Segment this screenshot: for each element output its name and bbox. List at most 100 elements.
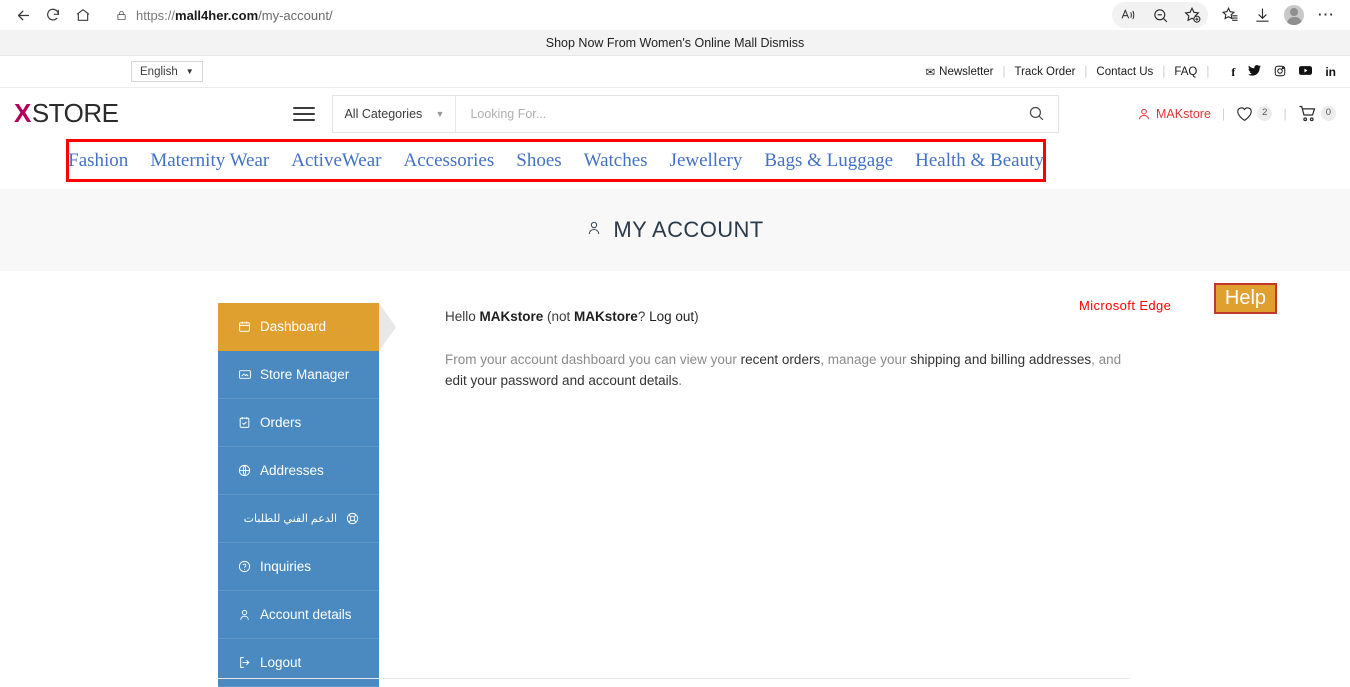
top-utility-links: ✉ Newsletter | Track Order | Contact Us … [926,65,1336,79]
nav-item-accessories[interactable]: Accessories [393,150,506,172]
envelope-icon: ✉ [925,66,936,79]
avatar [1284,5,1304,25]
social-links: f in [1231,65,1336,79]
nav-item-jewellery[interactable]: Jewellery [659,150,754,172]
nav-item-watches[interactable]: Watches [573,150,659,172]
address-bar[interactable]: https://mall4her.com/my-account/ [104,3,1102,27]
faq-link[interactable]: FAQ [1174,66,1197,78]
instagram-icon[interactable] [1274,65,1286,79]
divider: | [1162,65,1166,78]
wishlist-button[interactable]: 2 [1236,106,1273,122]
question-circle-icon [237,560,252,573]
profile-avatar-icon[interactable] [1278,2,1310,28]
sidebar-item-logout[interactable]: Logout [218,639,379,687]
greeting-prefix: Hello [445,309,480,324]
divider: | [1206,65,1210,78]
sidebar-item-dashboard[interactable]: Dashboard [218,303,396,351]
content-bottom-divider [218,678,1130,679]
addresses-link[interactable]: shipping and billing addresses [910,352,1091,367]
wishlist-count: 2 [1257,106,1273,121]
desc-part-4: . [678,372,683,388]
greeting-question: ? [637,309,650,324]
site-notice-bar[interactable]: Shop Now From Women's Online Mall Dismis… [0,30,1350,56]
greeting-suffix: ) [694,309,699,324]
desc-part-1: From your account dashboard you can view… [445,352,741,367]
downloads-icon[interactable] [1246,2,1278,28]
top-utility-bar: English ▼ ✉ Newsletter | Track Order | C… [0,56,1350,88]
menu-hamburger-icon[interactable] [293,106,316,121]
greeting-line: Hello MAKstore (not MAKstore? Log out) [445,309,1135,324]
nav-item-bags-luggage[interactable]: Bags & Luggage [753,150,904,172]
account-body: Dashboard Store Manager Orders Addresses [0,271,1350,687]
read-aloud-icon[interactable] [1112,2,1144,28]
sidebar-item-addresses[interactable]: Addresses [218,447,379,495]
sidebar-item-orders[interactable]: Orders [218,399,379,447]
edit-account-link[interactable]: edit your password and account details [445,373,678,388]
account-sidebar: Dashboard Store Manager Orders Addresses [218,303,396,687]
greeting-mid: (not [543,309,575,324]
greeting-username: MAKstore [479,309,544,324]
search-icon[interactable] [1014,105,1058,122]
track-order-link[interactable]: Track Order [1015,66,1076,78]
youtube-icon[interactable] [1299,65,1313,78]
account-link[interactable]: MAKstore [1137,107,1211,121]
cart-count: 0 [1320,106,1336,121]
logo-text: STORE [31,98,119,128]
url-text: https://mall4her.com/my-account/ [136,8,333,23]
nav-item-fashion[interactable]: Fashion [57,150,139,172]
search-input[interactable] [456,95,1015,132]
home-icon[interactable] [68,2,98,28]
contact-us-link[interactable]: Contact Us [1096,66,1153,78]
desc-part-3: , and [1091,352,1122,367]
cart-button[interactable]: 0 [1298,105,1336,122]
sidebar-item-label: Dashboard [260,319,327,334]
linkedin-icon[interactable]: in [1325,66,1336,78]
divider: | [1002,65,1006,78]
checklist-icon [237,416,252,429]
url-protocol: https:// [136,7,176,23]
back-arrow-icon[interactable] [8,2,38,28]
monitor-icon [237,368,252,381]
url-path: /my-account/ [258,7,333,23]
favorites-list-icon[interactable] [1214,2,1246,28]
account-main-content: Hello MAKstore (not MAKstore? Log out) F… [445,303,1135,687]
add-to-favorites-icon[interactable] [1176,2,1208,28]
newsletter-link[interactable]: ✉ Newsletter [926,65,994,79]
page-title-text: MY ACCOUNT [613,217,764,242]
logout-link[interactable]: Log out [649,309,694,324]
url-domain: mall4her.com [175,7,259,23]
category-select[interactable]: All Categories ▼ [333,95,457,132]
language-selector-label: English [140,65,178,78]
refresh-icon[interactable] [38,2,68,28]
twitter-icon[interactable] [1248,65,1262,78]
main-navigation-area: Fashion Maternity Wear ActiveWear Access… [0,139,1350,314]
sidebar-item-inquiries[interactable]: Inquiries [218,543,379,591]
desc-part-2: , manage your [820,352,911,367]
lifebuoy-icon [345,512,360,525]
sidebar-item-technical-support[interactable]: الدعم الفني للطلبات [218,495,379,543]
nav-item-shoes[interactable]: Shoes [505,150,572,172]
sidebar-item-label: Account details [260,607,352,622]
nav-item-maternity-wear[interactable]: Maternity Wear [139,150,280,172]
site-notice-text: Shop Now From Women's Online Mall Dismis… [545,35,805,50]
person-icon [237,608,252,622]
person-icon [586,217,602,243]
language-selector[interactable]: English ▼ [131,61,203,82]
sidebar-item-label: Addresses [260,463,324,478]
nav-item-activewear[interactable]: ActiveWear [280,150,392,172]
recent-orders-link[interactable]: recent orders [741,352,821,367]
greeting-username-2: MAKstore [574,309,638,324]
sidebar-item-store-manager[interactable]: Store Manager [218,351,379,399]
site-logo[interactable]: X STORE [14,98,119,129]
facebook-icon[interactable]: f [1231,66,1235,78]
main-navigation-highlight-box: Fashion Maternity Wear ActiveWear Access… [66,139,1046,182]
sidebar-item-account-details[interactable]: Account details [218,591,379,639]
browser-actions: ⋯ [1112,2,1342,28]
nav-item-health-beauty[interactable]: Health & Beauty [904,150,1055,172]
zoom-out-icon[interactable] [1144,2,1176,28]
browser-actions-pill [1112,2,1208,28]
chevron-down-icon: ▼ [435,108,445,119]
more-options-icon[interactable]: ⋯ [1310,2,1342,28]
chevron-down-icon: ▼ [185,67,194,76]
browser-toolbar: https://mall4her.com/my-account/ ⋯ [0,0,1350,30]
